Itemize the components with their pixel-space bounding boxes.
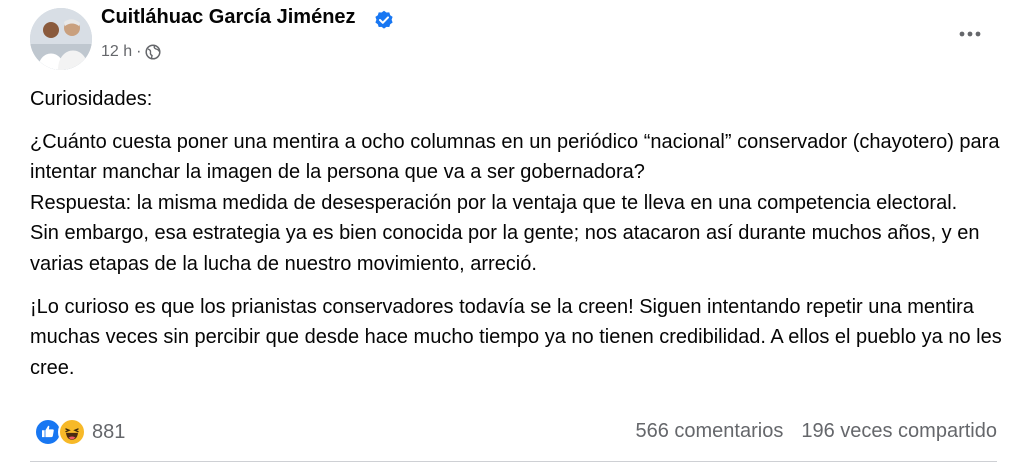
facebook-post: Cuitláhuac García Jiménez 12 h · Curiosi…: [0, 0, 1023, 466]
meta-separator: ·: [136, 43, 142, 60]
reactions-summary[interactable]: 881: [34, 418, 125, 446]
more-options-icon: [959, 31, 981, 37]
verified-badge-icon[interactable]: [374, 10, 394, 30]
footer-divider: [30, 461, 997, 462]
author-name[interactable]: Cuitláhuac García Jiménez: [101, 6, 356, 29]
post-paragraph: Sin embargo, esa estrategia ya es bien c…: [30, 222, 980, 275]
haha-icon: [58, 418, 86, 446]
post-meta: 12 h ·: [101, 42, 162, 62]
globe-icon[interactable]: [145, 44, 162, 60]
post-timestamp[interactable]: 12 h: [101, 43, 132, 61]
post-paragraph: Curiosidades:: [30, 88, 153, 110]
engagement-stats: 566 comentarios 196 veces compartido: [635, 420, 997, 443]
shares-count-link[interactable]: 196 veces compartido: [801, 420, 997, 443]
post-paragraph: Respuesta: la misma medida de desesperac…: [30, 191, 958, 214]
post-body: Curiosidades: ¿Cuánto cuesta poner una m…: [30, 84, 1005, 383]
author-avatar[interactable]: [30, 8, 92, 70]
reaction-count: 881: [92, 420, 126, 443]
post-paragraph: ¿Cuánto cuesta poner una mentira a ocho …: [30, 130, 1000, 184]
comments-count-link[interactable]: 566 comentarios: [635, 420, 783, 443]
post-paragraph: ¡Lo curioso es que los prianistas conser…: [30, 295, 1002, 379]
more-options-button[interactable]: [952, 20, 988, 48]
